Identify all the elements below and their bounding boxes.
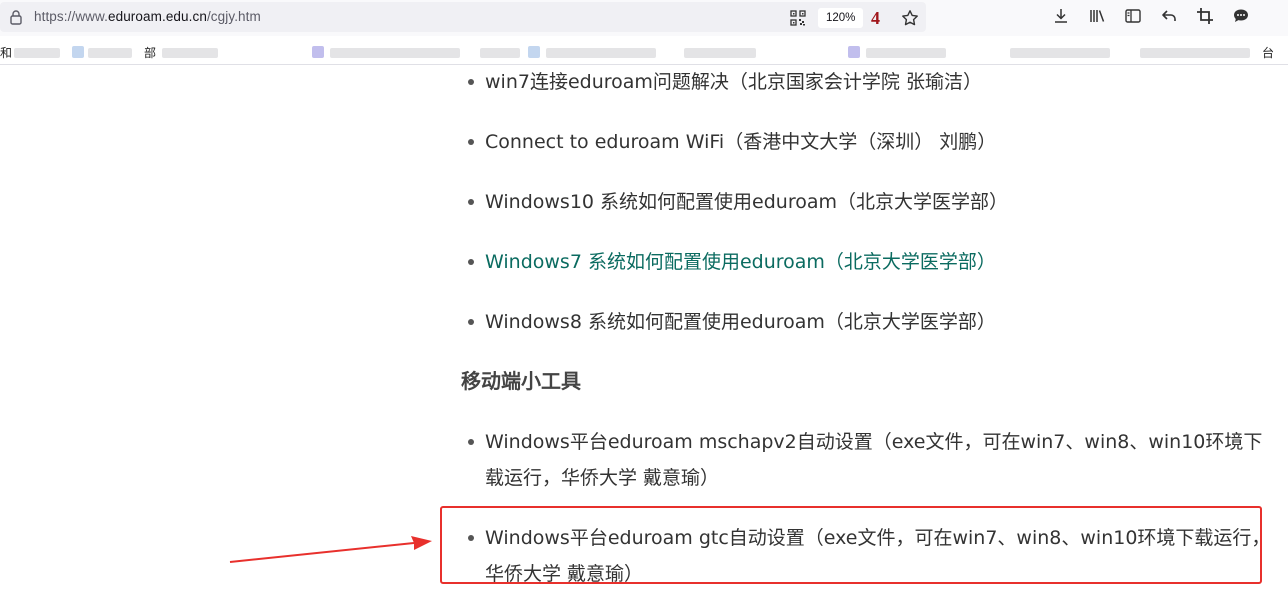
list-item-link-hovered[interactable]: Windows7 系统如何配置使用eduroam（北京大学医学部） [485, 244, 996, 280]
list-bullet [468, 139, 474, 145]
bookmark-item[interactable] [866, 48, 946, 58]
list-bullet [468, 199, 474, 205]
lock-icon[interactable] [8, 9, 24, 25]
bookmark-label[interactable]: 和 [0, 44, 12, 61]
list-bullet [468, 439, 474, 445]
chat-bubble-icon[interactable] [1232, 7, 1250, 25]
annotation-arrow-icon [229, 536, 432, 563]
library-icon[interactable] [1088, 7, 1106, 25]
bookmark-item[interactable] [162, 48, 218, 58]
list-item-link[interactable]: Windows8 系统如何配置使用eduroam（北京大学医学部） [485, 304, 996, 340]
bookmark-favicon [312, 46, 324, 58]
address-bar[interactable]: https://www.eduroam.edu.cn/cgjy.htm 120%… [0, 2, 926, 32]
download-icon[interactable] [1052, 7, 1070, 25]
bookmark-label[interactable]: 台 [1262, 44, 1274, 61]
annotation-highlight-box [440, 506, 1262, 584]
bookmark-favicon [848, 46, 860, 58]
bookmark-item[interactable] [546, 48, 656, 58]
list-item-link[interactable]: win7连接eduroam问题解决（北京国家会计学院 张瑜洁） [485, 64, 982, 100]
list-bullet [468, 259, 474, 265]
bookmark-item[interactable] [14, 48, 60, 58]
list-bullet [468, 79, 474, 85]
list-bullet [468, 319, 474, 325]
bookmark-item[interactable] [1140, 48, 1250, 58]
qr-code-icon[interactable] [790, 10, 806, 26]
url-text[interactable]: https://www.eduroam.edu.cn/cgjy.htm [34, 9, 261, 24]
url-prefix: https://www. [34, 9, 108, 24]
list-item-link[interactable]: Windows平台eduroam mschapv2自动设置（exe文件，可在wi… [485, 424, 1262, 460]
list-item-link-continued[interactable]: 载运行，华侨大学 戴意瑜） [485, 460, 719, 496]
url-host: eduroam.edu.cn [107, 9, 207, 24]
bookmark-star-icon[interactable] [901, 9, 919, 27]
browser-toolbar: https://www.eduroam.edu.cn/cgjy.htm 120%… [0, 0, 1288, 36]
bookmark-item[interactable] [684, 48, 756, 58]
section-heading: 移动端小工具 [461, 369, 581, 393]
bookmark-item[interactable] [1010, 48, 1110, 58]
zoom-level-button[interactable]: 120% [818, 8, 864, 28]
crop-screenshot-icon[interactable] [1196, 7, 1214, 25]
list-item-link[interactable]: Windows10 系统如何配置使用eduroam（北京大学医学部） [485, 184, 1008, 220]
bookmarks-bar: 和 部 台 [0, 40, 1288, 64]
url-path: /cgjy.htm [206, 9, 261, 24]
bookmark-item[interactable] [330, 48, 460, 58]
bookmark-item[interactable] [480, 48, 520, 58]
extension-badge[interactable]: 4 [871, 6, 880, 30]
bookmark-favicon [72, 46, 84, 58]
bookmark-favicon [528, 46, 540, 58]
back-arrow-icon[interactable] [1160, 7, 1178, 25]
list-item-link[interactable]: Connect to eduroam WiFi（香港中文大学（深圳） 刘鹏） [485, 124, 996, 160]
bookmark-label[interactable]: 部 [144, 44, 156, 61]
sidebar-icon[interactable] [1124, 7, 1142, 25]
bookmark-item[interactable] [88, 48, 132, 58]
